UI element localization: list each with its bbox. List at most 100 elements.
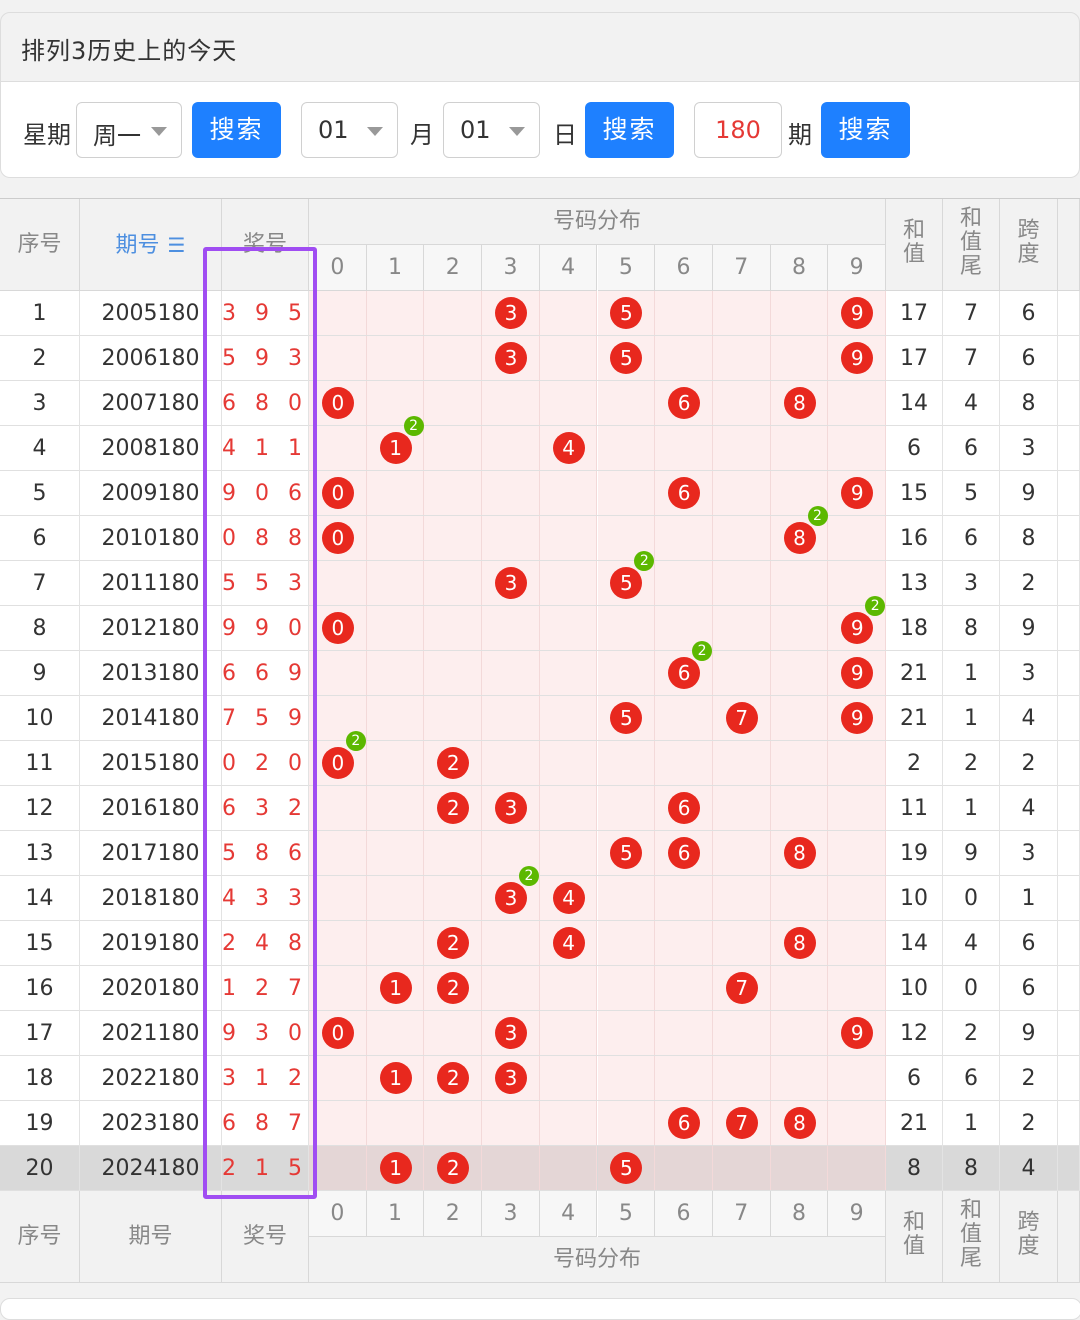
header-digit-2: 2 [424, 245, 483, 291]
row-sum: 18 [886, 606, 943, 651]
dist-cell [424, 426, 483, 470]
search-button-issue[interactable]: 搜索 [821, 102, 910, 158]
number-ball: 1 [379, 972, 412, 1004]
row-sum: 12 [886, 1011, 943, 1056]
dist-cell [539, 471, 598, 515]
number-ball: 6 [668, 1107, 701, 1139]
header-issue[interactable]: 期号 ☰ [80, 199, 222, 291]
row-issue: 2022180 [80, 1056, 222, 1101]
search-button-date[interactable]: 搜索 [585, 102, 674, 158]
dist-cell [770, 741, 829, 785]
issue-input[interactable]: 180 [694, 102, 782, 158]
row-seq: 9 [0, 651, 80, 696]
sum-header-label: 和值 [902, 1210, 925, 1259]
repeat-badge: 2 [519, 866, 539, 886]
row-seq: 3 [0, 381, 80, 426]
row-span: 2 [1000, 1101, 1058, 1146]
table-row: 13 2017180 5 8 6 5 8 6 19 9 3 [0, 831, 1080, 876]
row-sum: 21 [886, 1101, 943, 1146]
dist-cell [539, 651, 598, 695]
table-row: 3 2007180 6 8 0 6 8 0 14 4 8 [0, 381, 1080, 426]
next-card [0, 1298, 1080, 1320]
day-select[interactable]: 01 [443, 102, 540, 158]
row-span: 4 [1000, 696, 1058, 741]
day-label: 日 [553, 121, 577, 149]
dist-cell [828, 1056, 886, 1100]
row-sum-tail: 1 [943, 651, 1000, 696]
dist-cell [424, 381, 483, 425]
number-ball: 6 [668, 657, 701, 689]
dist-cell [424, 876, 483, 920]
sort-icon[interactable]: ☰ [168, 233, 186, 257]
header-sum: 和值 [886, 199, 943, 291]
week-select[interactable]: 周一 [76, 102, 182, 158]
dist-cell [655, 966, 713, 1010]
row-seq: 14 [0, 876, 80, 921]
dist-cell [539, 606, 598, 650]
dist-cell [539, 381, 598, 425]
number-ball: 3 [495, 297, 527, 329]
row-sum: 15 [886, 471, 943, 516]
dist-cell [828, 741, 886, 785]
header-dist-title: 号码分布 [309, 199, 886, 245]
number-ball: 8 [783, 387, 816, 419]
row-extra [1058, 381, 1080, 426]
row-span: 6 [1000, 336, 1058, 381]
dist-cell [309, 1056, 367, 1100]
dist-cell [770, 426, 829, 470]
row-issue: 2009180 [80, 471, 222, 516]
number-ball: 3 [495, 792, 527, 824]
month-select[interactable]: 01 [301, 102, 398, 158]
row-sum: 16 [886, 516, 943, 561]
number-ball: 9 [841, 342, 874, 374]
row-extra [1058, 516, 1080, 561]
row-extra [1058, 651, 1080, 696]
dist-cell [712, 561, 771, 605]
header-digit-0: 0 [309, 245, 367, 291]
row-seq: 10 [0, 696, 80, 741]
dist-cell [366, 336, 425, 380]
row-issue: 2023180 [80, 1101, 222, 1146]
dist-cell [597, 381, 656, 425]
number-ball: 1 [379, 1062, 412, 1094]
dist-cell [482, 516, 540, 560]
number-ball: 8 [783, 522, 816, 554]
dist-cell [770, 696, 829, 740]
table-row: 20 2024180 2 1 5215884 [0, 1146, 1080, 1191]
dist-cell [482, 651, 540, 695]
row-issue: 2020180 [80, 966, 222, 1011]
row-sum: 21 [886, 651, 943, 696]
trend-table: 序号 期号 ☰ 奖号 号码分布 0 1 2 3 4 5 6 7 8 9 和值 和值尾 跨度 1 2005180 3 9 … [0, 198, 1080, 1283]
dist-cell [366, 1011, 425, 1055]
number-ball: 3 [495, 1017, 527, 1049]
dist-cell [712, 1011, 771, 1055]
dist-cell [828, 831, 886, 875]
dist-cell [712, 786, 771, 830]
dist-cell [712, 426, 771, 470]
dist-cell [770, 1011, 829, 1055]
table-row: 17 2021180 9 3 0 9 3 0 12 2 9 [0, 1011, 1080, 1056]
dist-cell [655, 876, 713, 920]
dist-cell [770, 1056, 829, 1100]
header-digit-7: 7 [712, 245, 771, 291]
row-span: 8 [1000, 381, 1058, 426]
dist-cell [366, 831, 425, 875]
number-ball: 8 [783, 1107, 816, 1139]
page-title: 排列3历史上的今天 [21, 37, 238, 65]
search-button-week[interactable]: 搜索 [192, 102, 281, 158]
dist-cell [539, 336, 598, 380]
dist-cell [712, 831, 771, 875]
table-row: 11 2015180 0 2 0022222 [0, 731, 1080, 786]
month-select-value: 01 [318, 116, 349, 144]
row-sum-tail: 7 [943, 291, 1000, 336]
number-ball: 3 [495, 567, 527, 599]
row-seq: 1 [0, 291, 80, 336]
row-sum: 14 [886, 921, 943, 966]
row-extra [1058, 291, 1080, 336]
dist-cell [655, 336, 713, 380]
row-issue: 2015180 [80, 741, 222, 786]
dist-cell [597, 786, 656, 830]
row-extra [1058, 1011, 1080, 1056]
dist-cell [309, 336, 367, 380]
dist-cell [539, 1011, 598, 1055]
